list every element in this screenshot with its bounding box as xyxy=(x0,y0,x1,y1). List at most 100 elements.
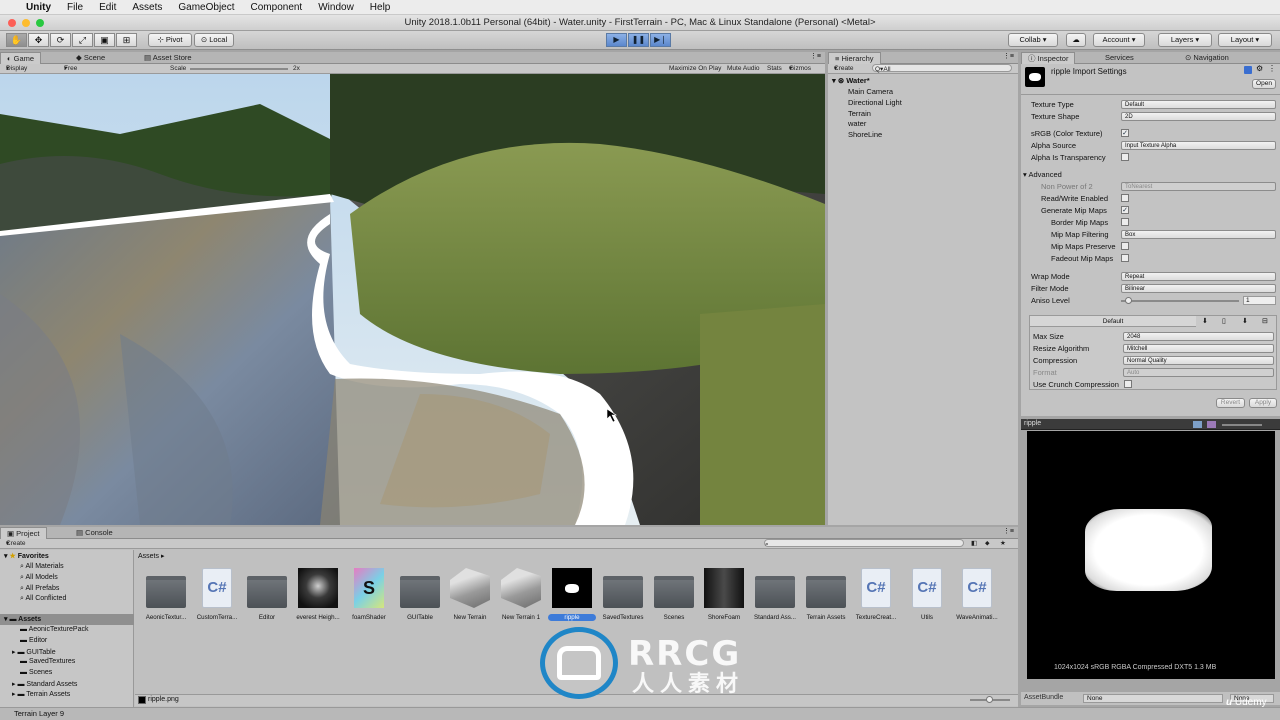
filter-by-type-icon[interactable]: ◧ xyxy=(971,539,977,548)
asset-item[interactable]: ShoreFoam xyxy=(700,568,748,621)
project-search-input[interactable]: ⌕ xyxy=(764,539,964,548)
assets-breadcrumb[interactable]: Assets ▸ xyxy=(138,552,164,560)
menu-app[interactable]: Unity xyxy=(18,2,59,13)
resize-algorithm-dropdown[interactable]: Mitchell xyxy=(1123,344,1274,353)
folder-aeonic[interactable]: ▬ AeonicTexturePack xyxy=(20,626,88,633)
assetbundle-dropdown[interactable]: None xyxy=(1083,694,1223,703)
gizmos-dropdown[interactable]: Gizmos ▾ xyxy=(789,64,811,73)
folder-scenes[interactable]: ▬ Scenes xyxy=(20,669,52,676)
zoom-window-button[interactable] xyxy=(36,19,44,27)
standalone-platform-icon[interactable]: ⬇ xyxy=(1202,317,1208,325)
favorite-all-models[interactable]: ⌕ All Models xyxy=(20,574,58,582)
asset-item[interactable]: SfoamShader xyxy=(345,568,393,621)
texture-shape-dropdown[interactable]: 2D xyxy=(1121,112,1276,121)
local-toggle[interactable]: ⊙ Local xyxy=(194,33,234,47)
revert-button[interactable]: Revert xyxy=(1216,398,1245,408)
border-mipmaps-checkbox[interactable] xyxy=(1121,218,1129,226)
minimize-window-button[interactable] xyxy=(22,19,30,27)
mipmaps-preserve-checkbox[interactable] xyxy=(1121,242,1129,250)
rotate-tool-icon[interactable]: ⟳ xyxy=(50,33,71,47)
menu-help[interactable]: Help xyxy=(362,2,399,13)
tab-console[interactable]: ▤ Console xyxy=(70,527,119,539)
asset-item[interactable]: GUITable xyxy=(396,568,444,621)
mute-audio-toggle[interactable]: Mute Audio xyxy=(727,64,760,73)
filter-by-label-icon[interactable]: ⬥ xyxy=(985,539,990,548)
compression-dropdown[interactable]: Normal Quality xyxy=(1123,356,1274,365)
stats-toggle[interactable]: Stats xyxy=(767,64,782,73)
texture-type-dropdown[interactable]: Default xyxy=(1121,100,1276,109)
menu-window[interactable]: Window xyxy=(310,2,362,13)
layout-dropdown[interactable]: Layout ▾ xyxy=(1218,33,1272,47)
folder-editor[interactable]: ▬ Editor xyxy=(20,637,47,644)
mipmap-filtering-dropdown[interactable]: Box xyxy=(1121,230,1276,239)
asset-item[interactable]: everest Heigh... xyxy=(294,568,342,621)
hierarchy-search-input[interactable]: Q▾All xyxy=(872,64,1012,73)
folder-guitable[interactable]: ▸ ▬ GUITable xyxy=(12,648,56,656)
readwrite-checkbox[interactable] xyxy=(1121,194,1129,202)
srgb-checkbox[interactable]: ✓ xyxy=(1121,129,1129,137)
favorite-all-materials[interactable]: ⌕ All Materials xyxy=(20,563,64,571)
open-button[interactable]: Open xyxy=(1252,79,1276,89)
project-create-dropdown[interactable]: Create ▾ xyxy=(6,539,26,548)
alpha-source-dropdown[interactable]: Input Texture Alpha xyxy=(1121,141,1276,150)
tab-navigation[interactable]: ⊙ Navigation xyxy=(1179,52,1235,64)
asset-item[interactable]: New Terrain 1 xyxy=(497,568,545,621)
hierarchy-item-directional-light[interactable]: Directional Light xyxy=(848,98,902,107)
platform-tab-default[interactable]: Default xyxy=(1030,316,1196,327)
icon-size-slider[interactable] xyxy=(970,696,1010,703)
tab-asset-store[interactable]: ▤ Asset Store xyxy=(138,52,198,64)
apply-button[interactable]: Apply xyxy=(1249,398,1277,408)
collab-dropdown[interactable]: Collab ▾ xyxy=(1008,33,1058,47)
menu-component[interactable]: Component xyxy=(243,2,311,13)
account-dropdown[interactable]: Account ▾ xyxy=(1093,33,1145,47)
menu-assets[interactable]: Assets xyxy=(124,2,170,13)
hierarchy-item-main-camera[interactable]: Main Camera xyxy=(848,87,893,96)
menu-edit[interactable]: Edit xyxy=(91,2,124,13)
wrap-mode-dropdown[interactable]: Repeat xyxy=(1121,272,1276,281)
webgl-platform-icon[interactable]: ⊟ xyxy=(1262,317,1268,325)
play-button[interactable]: ▶ xyxy=(606,33,627,47)
menu-gameobject[interactable]: GameObject xyxy=(170,2,242,13)
asset-item[interactable]: AeonicTextur... xyxy=(142,568,190,621)
rgb-channel-icon[interactable] xyxy=(1193,421,1202,428)
scale-slider[interactable] xyxy=(190,68,288,70)
alpha-channel-icon[interactable] xyxy=(1207,421,1216,428)
tab-inspector[interactable]: ⓘ Inspector xyxy=(1021,52,1076,64)
cloud-button[interactable]: ☁ xyxy=(1066,33,1086,47)
settings-icon[interactable]: ⚙ xyxy=(1256,64,1263,73)
asset-item[interactable]: Editor xyxy=(243,568,291,621)
tab-project[interactable]: ▣ Project xyxy=(0,527,47,539)
generate-mipmaps-checkbox[interactable]: ✓ xyxy=(1121,206,1129,214)
panel-menu-icon[interactable]: ⋮≡ xyxy=(1003,527,1014,535)
asset-item[interactable]: Standard Ass... xyxy=(751,568,799,621)
max-size-dropdown[interactable]: 2048 xyxy=(1123,332,1274,341)
android-platform-icon[interactable]: ⬇ xyxy=(1242,317,1248,325)
hierarchy-item-shoreline[interactable]: ShoreLine xyxy=(848,130,882,139)
aspect-dropdown[interactable]: Free Aspect ▾ xyxy=(64,64,84,81)
hierarchy-create-dropdown[interactable]: Create ▾ xyxy=(834,64,854,73)
assets-root-label[interactable]: ▾ ▬ Assets xyxy=(4,615,41,623)
mip-slider[interactable] xyxy=(1222,424,1262,426)
asset-item[interactable]: C# TextureCreat... xyxy=(852,568,900,621)
game-view[interactable] xyxy=(0,74,825,525)
asset-item[interactable]: C# CustomTerra... xyxy=(193,568,241,621)
pivot-toggle[interactable]: ⊹ Pivot xyxy=(148,33,192,47)
crunch-compression-checkbox[interactable] xyxy=(1124,380,1132,388)
ios-platform-icon[interactable]: ▯ xyxy=(1222,317,1226,325)
hierarchy-item-water[interactable]: water xyxy=(848,119,866,128)
panel-menu-icon[interactable]: ⋮≡ xyxy=(1003,52,1014,60)
favorite-all-conflicted[interactable]: ⌕ All Conflicted xyxy=(20,595,66,603)
hierarchy-item-terrain[interactable]: Terrain xyxy=(848,109,871,118)
aniso-level-slider[interactable] xyxy=(1121,297,1239,304)
hand-tool-icon[interactable]: ✋ xyxy=(6,33,27,47)
advanced-foldout[interactable]: ▾ Advanced xyxy=(1023,170,1062,179)
favorite-all-prefabs[interactable]: ⌕ All Prefabs xyxy=(20,585,59,593)
display-dropdown[interactable]: Display 1 ▾ xyxy=(6,64,27,81)
asset-item[interactable]: ripple xyxy=(548,568,596,621)
slider-thumb[interactable] xyxy=(986,696,993,703)
close-window-button[interactable] xyxy=(8,19,16,27)
maximize-on-play-toggle[interactable]: Maximize On Play xyxy=(669,64,721,73)
asset-item[interactable]: Scenes xyxy=(650,568,698,621)
folder-standard-assets[interactable]: ▸ ▬ Standard Assets xyxy=(12,680,77,688)
folder-savedtextures[interactable]: ▬ SavedTextures xyxy=(20,658,75,665)
